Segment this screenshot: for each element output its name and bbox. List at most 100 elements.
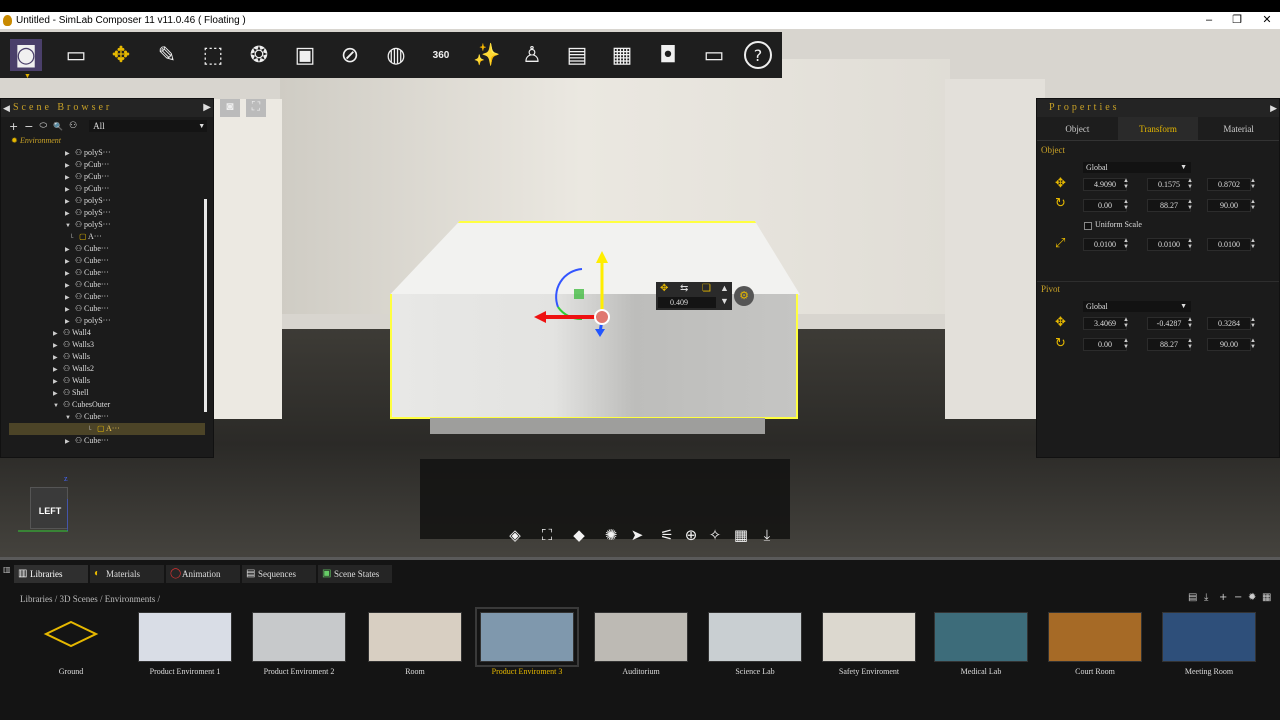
tree-node[interactable]: ▶ ⚇ Cube···: [65, 255, 109, 267]
layout-grid-icon[interactable]: ▦: [606, 39, 638, 71]
transform-gizmo[interactable]: [530, 249, 620, 339]
scale-y-field[interactable]: 0.0100: [1147, 238, 1191, 251]
library-item-thumbnail[interactable]: [1048, 612, 1142, 662]
tree-node[interactable]: ▶ ⚇ Cube···: [65, 435, 109, 445]
library-item-thumbnail[interactable]: [822, 612, 916, 662]
tree-scrollbar[interactable]: [204, 199, 207, 412]
minimize-button[interactable]: –: [1194, 12, 1224, 29]
tree-node[interactable]: ▶ ⚇ polyS···: [65, 207, 111, 219]
rotation-x-field[interactable]: 0.00: [1083, 199, 1127, 212]
remove-item-icon[interactable]: −: [1234, 592, 1242, 603]
scale-x-field[interactable]: 0.0100: [1083, 238, 1127, 251]
presentation-icon[interactable]: ▤: [561, 39, 593, 71]
breadcrumb[interactable]: Libraries / 3D Scenes / Environments /: [20, 594, 160, 604]
scale-z-spinner[interactable]: ▲ ▼: [1250, 238, 1256, 250]
position-y-spinner[interactable]: ▲ ▼: [1187, 178, 1193, 190]
monitor-user-icon[interactable]: ▭: [698, 39, 730, 71]
tree-node[interactable]: ▶ ⚇ Walls2: [53, 363, 94, 375]
select-rect-icon[interactable]: ⬚: [197, 39, 229, 71]
tree-node[interactable]: ▶ ⚇ Shell: [53, 387, 88, 399]
tree-node[interactable]: ▶ ⚇ Cube···: [65, 267, 109, 279]
library-item-thumbnail[interactable]: [594, 612, 688, 662]
no-render-icon[interactable]: ⊘: [334, 39, 366, 71]
tree-node[interactable]: ▶ ⚇ polyS···: [65, 315, 111, 327]
tab-sequences[interactable]: ▤ Sequences: [242, 565, 316, 583]
tree-node[interactable]: ▶ ⚇ polyS···: [65, 195, 111, 207]
materials-icon[interactable]: ❂: [243, 39, 275, 71]
tree-root[interactable]: ✹ Environment: [11, 135, 61, 147]
vr-headset-icon[interactable]: ◙: [10, 39, 42, 71]
library-item-thumbnail[interactable]: [708, 612, 802, 662]
view-cube-icon[interactable]: ◈: [505, 526, 525, 548]
pivot-x-field[interactable]: 3.4069: [1083, 317, 1127, 330]
light-icon[interactable]: ✺: [601, 526, 621, 548]
filter-select[interactable]: All: [89, 120, 208, 132]
tab-transform[interactable]: Transform: [1117, 117, 1199, 140]
tree-node[interactable]: ▼ ⚇ CubesOuter: [53, 399, 110, 411]
grid-icon[interactable]: ▦: [731, 526, 751, 548]
position-z-spinner[interactable]: ▲ ▼: [1250, 178, 1256, 190]
pivot-rot-x-spinner[interactable]: ▲ ▼: [1123, 338, 1129, 350]
copy-icon[interactable]: ❏: [702, 283, 711, 294]
tree-node[interactable]: ▶ ⚇ pCub···: [65, 159, 109, 171]
tree-node[interactable]: └ ▢A···: [69, 231, 102, 243]
pivot-rot-y-field[interactable]: 88.27: [1147, 338, 1191, 351]
move-icon[interactable]: ✥: [660, 283, 668, 294]
remove-icon[interactable]: −: [24, 120, 33, 133]
pivot-z-spinner[interactable]: ▲ ▼: [1250, 317, 1256, 329]
tab-scene-states[interactable]: ▣ Scene States: [318, 565, 392, 583]
search-icon[interactable]: 🔍: [53, 122, 63, 131]
scale-z-field[interactable]: 0.0100: [1207, 238, 1251, 251]
tree-node[interactable]: ▼ ⚇ polyS···: [65, 219, 111, 231]
tab-material[interactable]: Material: [1198, 117, 1280, 140]
rotation-z-field[interactable]: 90.00: [1207, 199, 1251, 212]
tab-object[interactable]: Object: [1037, 117, 1118, 140]
snap-icon[interactable]: ⇆: [680, 283, 688, 294]
tree-node[interactable]: ▶ ⚇ pCub···: [65, 171, 109, 183]
panel-splitter[interactable]: [0, 557, 1280, 560]
position-x-spinner[interactable]: ▲ ▼: [1123, 178, 1129, 190]
gizmo-settings-icon[interactable]: ⚙: [734, 286, 754, 306]
tree-node[interactable]: ▶ ⚇ polyS···: [65, 147, 111, 159]
tree-node[interactable]: ▶ ⚇ Cube···: [65, 303, 109, 315]
thumbnail-view-icon[interactable]: ▦: [1262, 592, 1271, 603]
globe-icon[interactable]: ◍: [380, 39, 412, 71]
list-view-icon[interactable]: ▤: [1188, 592, 1197, 603]
zoom-icon[interactable]: ⊕: [681, 526, 701, 548]
pivot-y-spinner[interactable]: ▲ ▼: [1187, 317, 1193, 329]
rotation-y-spinner[interactable]: ▲ ▼: [1187, 199, 1193, 211]
settings-icon[interactable]: ✹: [1248, 592, 1256, 603]
tab-materials[interactable]: ◐ Materials: [90, 565, 164, 583]
pivot-rot-z-spinner[interactable]: ▲ ▼: [1250, 338, 1256, 350]
gizmo-value-field[interactable]: 0.409: [658, 297, 716, 308]
layers-icon[interactable]: ✧: [705, 526, 725, 548]
tree-node[interactable]: ▶ ⚇ Walls: [53, 351, 90, 363]
rotation-x-spinner[interactable]: ▲ ▼: [1123, 199, 1129, 211]
collapse-left-icon[interactable]: ◀: [3, 99, 10, 117]
scene-tree[interactable]: ✹ Environment ▶ ⚇ polyS··· ▶ ⚇ pCub··· ▶ ⚇ pCub··…: [1, 135, 213, 445]
pivot-space-select[interactable]: Global: [1083, 301, 1191, 312]
uniform-scale-checkbox[interactable]: [1084, 222, 1092, 230]
move-tool-icon[interactable]: ✥: [105, 39, 137, 71]
rotation-y-field[interactable]: 88.27: [1147, 199, 1191, 212]
tree-node[interactable]: ▶ ⚇ Walls: [53, 375, 90, 387]
close-button[interactable]: ✕: [1252, 12, 1280, 29]
scale-x-spinner[interactable]: ▲ ▼: [1123, 238, 1129, 250]
360-icon[interactable]: 360: [425, 39, 457, 71]
camera-snapshot-icon[interactable]: ◙: [220, 99, 240, 117]
pivot-z-field[interactable]: 0.3284: [1207, 317, 1251, 330]
maximize-button[interactable]: ❐: [1222, 12, 1252, 29]
object-space-select[interactable]: Global: [1083, 162, 1191, 173]
tab-animation[interactable]: ◯ Animation: [166, 565, 240, 583]
library-item-thumbnail[interactable]: [368, 612, 462, 662]
link-icon[interactable]: ⬭: [39, 121, 47, 131]
pivot-rot-x-field[interactable]: 0.00: [1083, 338, 1127, 351]
pivot-x-spinner[interactable]: ▲ ▼: [1123, 317, 1129, 329]
measure-icon[interactable]: ⚟: [657, 526, 677, 548]
step-up-icon[interactable]: ▲: [720, 283, 729, 293]
library-item-thumbnail[interactable]: [24, 612, 118, 662]
collapse-right-icon[interactable]: ▶: [1270, 99, 1277, 117]
rotation-z-spinner[interactable]: ▲ ▼: [1250, 199, 1256, 211]
pivot-rot-y-spinner[interactable]: ▲ ▼: [1187, 338, 1193, 350]
scale-y-spinner[interactable]: ▲ ▼: [1187, 238, 1193, 250]
